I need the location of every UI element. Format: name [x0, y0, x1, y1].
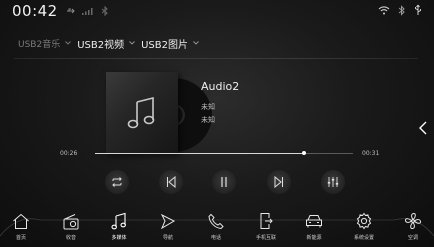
previous-icon: [167, 176, 176, 188]
side-panel-arrow[interactable]: [416, 118, 430, 138]
status-bar: 00:42: [0, 0, 434, 22]
phone-icon: [208, 211, 224, 231]
source-tabs: USB2音乐 USB2视频 USB2图片: [18, 33, 205, 53]
media-player-screen: 00:42 USB2音乐 USB2视频 USB2图片 Audio2 未知 未知 …: [0, 0, 434, 247]
tab-label: USB2音乐: [18, 39, 61, 50]
bluetooth-icon: [100, 6, 110, 16]
album-art: [106, 72, 212, 154]
tab-label: USB2视频: [77, 39, 125, 51]
dock-phone-link[interactable]: 手机互联: [244, 206, 288, 247]
dock-label: 多媒体: [111, 235, 127, 241]
dock-navigation[interactable]: 导航: [146, 206, 190, 247]
pause-button[interactable]: [212, 170, 236, 194]
status-icons-right: [378, 4, 422, 16]
navigation-icon: [160, 211, 176, 231]
chevron-down-icon: [65, 41, 72, 45]
tab-usb2-pictures[interactable]: USB2图片: [141, 36, 205, 51]
clock: 00:42: [12, 2, 58, 20]
usb-icon: [66, 7, 76, 15]
current-time: 00:26: [60, 150, 78, 157]
dock-label: 新能源: [306, 235, 322, 241]
dock-home[interactable]: 首页: [0, 206, 43, 247]
dock-phone[interactable]: 电话: [194, 206, 238, 247]
bluetooth-icon: [398, 4, 406, 16]
status-icons-left: [66, 6, 110, 16]
album-cover: [106, 72, 178, 154]
tab-usb2-music[interactable]: USB2音乐: [18, 37, 77, 50]
song-album: 未知: [201, 116, 215, 124]
usb-icon: [414, 4, 422, 16]
home-icon: [12, 211, 30, 231]
dock-label: 首页: [15, 235, 26, 241]
bottom-dock: 首页 收音 多媒体 导航 电话 手机互联 新能源 系统设置 空调: [0, 206, 434, 247]
progress-knob[interactable]: [301, 151, 306, 155]
dock-label: 电话: [210, 235, 221, 241]
next-icon: [274, 176, 283, 188]
tab-divider: [14, 58, 418, 59]
wifi-icon: [378, 5, 390, 15]
dock-label: 系统设置: [353, 235, 374, 241]
dock-label: 导航: [162, 235, 173, 241]
fan-icon: [404, 211, 422, 231]
dock-new-energy[interactable]: 新能源: [292, 206, 336, 247]
equalizer-icon: [327, 177, 339, 187]
dock-radio[interactable]: 收音: [49, 206, 93, 247]
song-artist: 未知: [201, 103, 215, 111]
equalizer-button[interactable]: [321, 170, 345, 194]
previous-button[interactable]: [159, 170, 183, 194]
dock-label: 手机互联: [255, 235, 276, 241]
gear-icon: [355, 211, 373, 231]
chevron-down-icon: [193, 41, 199, 45]
signal-icon: [82, 7, 94, 15]
dock-label: 空调: [407, 235, 418, 241]
total-time: 00:31: [362, 150, 380, 157]
pause-icon: [221, 177, 227, 187]
song-title: Audio2: [201, 80, 240, 93]
car-icon: [305, 211, 323, 231]
repeat-button[interactable]: [105, 170, 129, 194]
next-button[interactable]: [267, 170, 291, 194]
repeat-icon: [112, 177, 122, 187]
chevron-left-icon: [419, 121, 427, 135]
dock-system-settings[interactable]: 系统设置: [342, 206, 386, 247]
dock-air-conditioning[interactable]: 空调: [391, 206, 434, 247]
tab-usb2-video[interactable]: USB2视频: [77, 36, 141, 51]
chevron-down-icon: [129, 41, 135, 45]
dock-multimedia[interactable]: 多媒体: [97, 206, 141, 247]
progress-bar[interactable]: [95, 151, 353, 155]
progress-fill: [95, 153, 304, 154]
dock-label: 收音: [65, 235, 76, 241]
phone-link-icon: [258, 211, 274, 231]
radio-icon: [62, 211, 80, 231]
music-icon: [111, 211, 127, 231]
music-note-icon: [126, 96, 158, 134]
tab-label: USB2图片: [141, 39, 188, 51]
